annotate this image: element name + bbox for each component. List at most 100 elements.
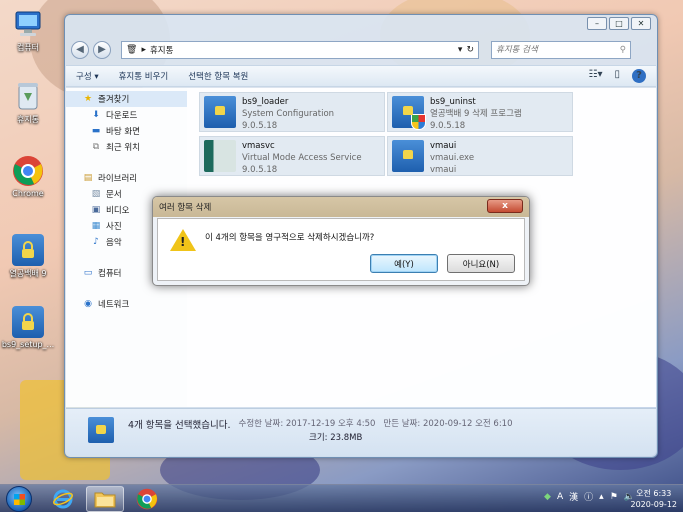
desktop-icon-chrome[interactable]: Chrome [0,155,56,198]
file-item-bs9-uninst[interactable]: bs9_uninst 열공백배 9 삭제 프로그램 9.0.5.18 [387,92,573,132]
desktop-icon-label: Chrome [12,189,44,198]
sidebar-item-label: 즐겨찾기 [98,95,130,105]
command-bar: 구성 ▾ 휴지통 비우기 선택한 항목 복원 ☷▾ ▯ ? [66,65,656,87]
preview-pane-icon[interactable]: ▯ [614,69,620,83]
tray-chevron-icon[interactable]: ▴ [599,492,604,502]
file-item-bs9-loader[interactable]: bs9_loader System Configuration 9.0.5.18 [199,92,385,132]
desktop-folder-icon: ▬ [91,126,101,136]
navigation-bar: ◀ ▶ 🗑 ▸ 휴지통 ▾ ↻ ⚲ [71,39,649,61]
application-icon [392,140,424,172]
dialog-close-button[interactable]: x [487,199,523,213]
computer-small-icon: ▭ [83,268,93,278]
file-description: Virtual Mode Access Service [242,153,362,163]
desktop-icon-computer[interactable]: 컴퓨터 [0,8,56,53]
organize-button[interactable]: 구성 ▾ [76,70,99,82]
flag-icon[interactable]: ⚑ [610,492,618,502]
desktop-icon-label: bs9_setup_... [1,340,55,349]
ime-mode-indicator[interactable]: A [557,492,563,502]
taskbar-internet-explorer[interactable] [44,486,82,512]
videos-icon: ▣ [91,205,101,215]
sidebar-item-label: 문서 [106,190,122,200]
dialog-message: 이 4개의 항목을 영구적으로 삭제하시겠습니까? [205,233,375,243]
restore-selected-button[interactable]: 선택한 항목 복원 [188,70,248,82]
dialog-body: ! 이 4개의 항목을 영구적으로 삭제하시겠습니까? 예(Y) 아니요(N) [157,218,525,281]
total-size: 크기: 23.8MB [309,433,363,443]
installer-icon [12,306,44,338]
clock[interactable]: 오전 6:33 2020-09-12 [631,488,678,510]
sidebar-item-recent[interactable]: ⧉ 최근 위치 [66,139,187,155]
documents-icon: ▧ [91,189,101,199]
recycle-bin-small-icon: 🗑 [126,45,138,55]
help-tray-icon[interactable]: ⓘ [584,490,593,503]
yes-button[interactable]: 예(Y) [370,254,438,273]
ime-hanja-indicator[interactable]: 漢 [569,490,578,503]
sidebar-item-favorites[interactable]: ★ 즐겨찾기 [66,91,187,107]
search-input[interactable] [496,45,620,55]
lock-icon [12,234,44,266]
file-version: 9.0.5.18 [242,121,278,131]
address-bar[interactable]: 🗑 ▸ 휴지통 ▾ ↻ [121,41,479,59]
modified-date: 수정한 날짜: 2017-12-19 오후 4:50 [238,419,376,429]
search-box[interactable]: ⚲ [491,41,631,59]
file-version: vmaui [430,165,457,175]
network-tray-icon[interactable]: ◆ [544,492,551,502]
back-button[interactable]: ◀ [71,41,89,59]
computer-icon [12,8,44,40]
sidebar-item-label: 컴퓨터 [98,269,122,279]
library-icon: ▤ [83,173,93,183]
file-version: 9.0.5.18 [430,121,466,131]
no-button[interactable]: 아니요(N) [447,254,515,273]
address-path[interactable]: 휴지통 [150,44,454,56]
chrome-icon [136,488,158,510]
minimize-button[interactable]: – [587,17,607,30]
sidebar-item-label: 라이브러리 [98,174,138,184]
file-name: vmaui [430,141,457,151]
close-button[interactable]: ✕ [631,17,651,30]
start-button[interactable] [6,486,32,512]
details-pane: 4개 항목을 선택했습니다. 수정한 날짜: 2017-12-19 오후 4:5… [66,408,656,456]
chevron-down-icon[interactable]: ▾ [458,45,463,55]
maximize-button[interactable]: □ [609,17,629,30]
music-icon: ♪ [93,237,99,247]
refresh-icon[interactable]: ↻ [466,45,474,55]
sidebar-item-downloads[interactable]: ⬇ 다운로드 [66,107,187,123]
file-item-vmasvc[interactable]: vmasvc Virtual Mode Access Service 9.0.5… [199,136,385,176]
clock-date: 2020-09-12 [630,500,678,509]
sidebar-item-desktop[interactable]: ▬ 바탕 화면 [66,123,187,139]
network-icon: ◉ [84,299,92,309]
search-icon[interactable]: ⚲ [620,45,626,55]
help-icon[interactable]: ? [632,69,646,83]
pictures-icon: ▦ [91,221,101,231]
recent-places-icon: ⧉ [92,142,100,152]
uac-shield-application-icon [392,96,426,130]
breadcrumb-arrow-icon: ▸ [141,45,146,55]
taskbar-chrome[interactable] [128,486,166,512]
sidebar-item-label: 다운로드 [106,111,138,121]
sidebar-item-label: 네트워크 [98,300,130,310]
sidebar-item-label: 음악 [106,238,122,248]
star-icon: ★ [83,94,93,104]
sidebar-item-libraries[interactable]: ▤ 라이브러리 [66,170,187,186]
taskbar-explorer[interactable] [86,486,124,512]
empty-recycle-bin-button[interactable]: 휴지통 비우기 [119,70,169,82]
desktop-icon-label: 휴지통 [16,115,40,124]
desktop-icon-yeolgong[interactable]: 열공백배 9 [0,234,56,279]
folder-icon [94,492,116,508]
desktop-icon-recycle-bin[interactable]: 휴지통 [0,80,56,125]
forward-button[interactable]: ▶ [93,41,111,59]
file-item-vmaui[interactable]: vmaui vmaui.exe vmaui [387,136,573,176]
service-application-icon [204,140,236,172]
created-date: 만든 날짜: 2020-09-12 오전 6:10 [383,419,513,429]
delete-confirm-dialog: 여러 항목 삭제 x ! 이 4개의 항목을 영구적으로 삭제하시겠습니까? 예… [152,196,530,286]
desktop-icon-label: 열공백배 9 [9,269,47,278]
taskbar: ◆ A 漢 ⓘ ▴ ⚑ 🔈 오전 6:33 2020-09-12 [0,484,683,512]
sidebar-item-label: 바탕 화면 [106,127,140,137]
file-description: System Configuration [242,109,335,119]
warning-icon: ! [170,229,196,251]
selection-application-icon [88,417,114,443]
download-folder-icon: ⬇ [92,110,100,120]
sidebar-item-network[interactable]: ◉ 네트워크 [66,296,187,312]
view-options-icon[interactable]: ☷▾ [589,69,603,83]
file-description: vmaui.exe [430,153,475,163]
desktop-icon-bs9-setup[interactable]: bs9_setup_... [0,306,56,349]
